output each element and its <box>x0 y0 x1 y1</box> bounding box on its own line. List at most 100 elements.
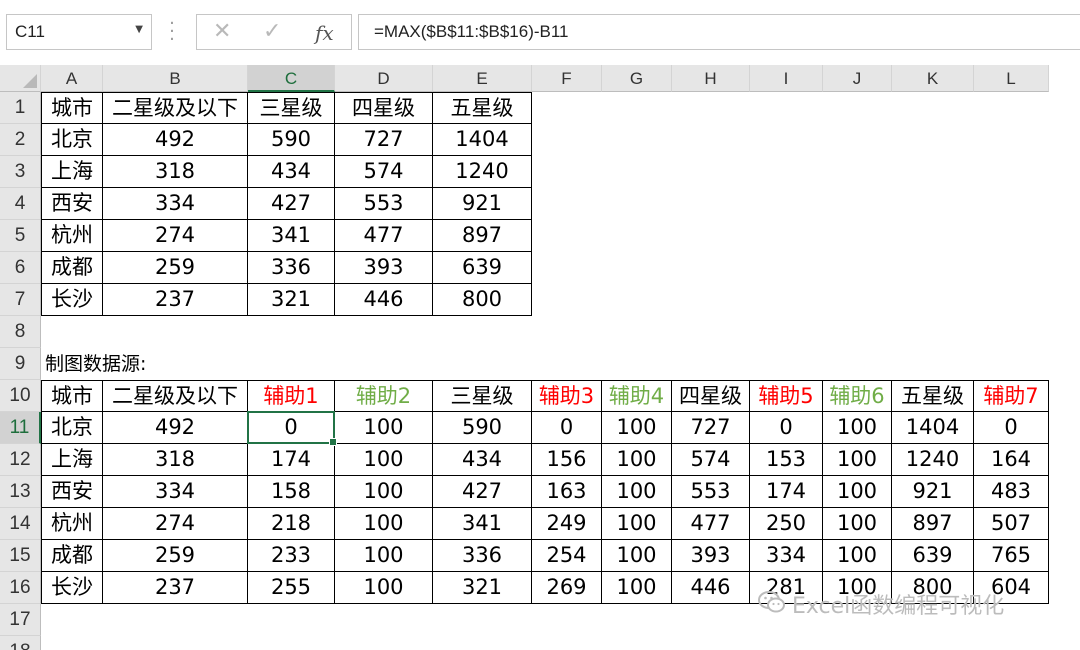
column-header-b[interactable]: B <box>103 65 248 92</box>
row-header-11[interactable]: 11 <box>0 412 41 444</box>
worksheet-grid[interactable]: ABCDEFGHIJKL 123456789101112131415161718… <box>0 65 1080 650</box>
cell-h11[interactable]: 727 <box>672 412 750 444</box>
row-header-1[interactable]: 1 <box>0 92 41 124</box>
cell-h12[interactable]: 574 <box>672 444 750 476</box>
row-header-16[interactable]: 16 <box>0 572 41 604</box>
cell-c14[interactable]: 218 <box>248 508 335 540</box>
cell-g13[interactable]: 100 <box>602 476 672 508</box>
cell-d7[interactable]: 446 <box>335 284 433 316</box>
row-header-18[interactable]: 18 <box>0 636 41 650</box>
cell-i15[interactable]: 334 <box>750 540 823 572</box>
cell-e1[interactable]: 五星级 <box>433 92 532 124</box>
row-header-17[interactable]: 17 <box>0 604 41 636</box>
column-header-e[interactable]: E <box>433 65 532 92</box>
cell-i11[interactable]: 0 <box>750 412 823 444</box>
cell-c12[interactable]: 174 <box>248 444 335 476</box>
cell-d12[interactable]: 100 <box>335 444 433 476</box>
cell-f14[interactable]: 249 <box>532 508 602 540</box>
cell-c15[interactable]: 233 <box>248 540 335 572</box>
cell-a15[interactable]: 成都 <box>41 540 103 572</box>
cell-a2[interactable]: 北京 <box>41 124 103 156</box>
cell-g15[interactable]: 100 <box>602 540 672 572</box>
cell-g12[interactable]: 100 <box>602 444 672 476</box>
cell-a7[interactable]: 长沙 <box>41 284 103 316</box>
cell-f16[interactable]: 269 <box>532 572 602 604</box>
row-header-8[interactable]: 8 <box>0 316 41 348</box>
row-header-15[interactable]: 15 <box>0 540 41 572</box>
cell-g14[interactable]: 100 <box>602 508 672 540</box>
cell-k13[interactable]: 921 <box>892 476 974 508</box>
cell-c10[interactable]: 辅助1 <box>248 380 335 412</box>
name-box[interactable]: C11 ▼ <box>6 14 152 50</box>
cell-l14[interactable]: 507 <box>974 508 1049 540</box>
cell-g10[interactable]: 辅助4 <box>602 380 672 412</box>
cell-e4[interactable]: 921 <box>433 188 532 220</box>
cell-c5[interactable]: 341 <box>248 220 335 252</box>
cell-d1[interactable]: 四星级 <box>335 92 433 124</box>
cell-h14[interactable]: 477 <box>672 508 750 540</box>
cell-e16[interactable]: 321 <box>433 572 532 604</box>
cell-h10[interactable]: 四星级 <box>672 380 750 412</box>
cell-b7[interactable]: 237 <box>103 284 248 316</box>
cell-e6[interactable]: 639 <box>433 252 532 284</box>
cell-b12[interactable]: 318 <box>103 444 248 476</box>
cell-c1[interactable]: 三星级 <box>248 92 335 124</box>
cell-d4[interactable]: 553 <box>335 188 433 220</box>
cell-b14[interactable]: 274 <box>103 508 248 540</box>
column-header-d[interactable]: D <box>335 65 433 92</box>
cell-f11[interactable]: 0 <box>532 412 602 444</box>
row-header-10[interactable]: 10 <box>0 380 41 412</box>
cell-h16[interactable]: 446 <box>672 572 750 604</box>
cell-k15[interactable]: 639 <box>892 540 974 572</box>
cell-e13[interactable]: 427 <box>433 476 532 508</box>
drag-handle-icon[interactable]: · · · <box>168 15 176 49</box>
cell-k10[interactable]: 五星级 <box>892 380 974 412</box>
cell-k11[interactable]: 1404 <box>892 412 974 444</box>
cell-g11[interactable]: 100 <box>602 412 672 444</box>
column-header-l[interactable]: L <box>974 65 1049 92</box>
row-header-9[interactable]: 9 <box>0 348 41 380</box>
row-header-7[interactable]: 7 <box>0 284 41 316</box>
cell-b6[interactable]: 259 <box>103 252 248 284</box>
cell-a3[interactable]: 上海 <box>41 156 103 188</box>
cell-c13[interactable]: 158 <box>248 476 335 508</box>
cell-d3[interactable]: 574 <box>335 156 433 188</box>
cell-h13[interactable]: 553 <box>672 476 750 508</box>
cell-a1[interactable]: 城市 <box>41 92 103 124</box>
column-header-j[interactable]: J <box>823 65 892 92</box>
cell-l10[interactable]: 辅助7 <box>974 380 1049 412</box>
cell-b2[interactable]: 492 <box>103 124 248 156</box>
cell-c11[interactable]: 0 <box>248 412 335 444</box>
cell-a4[interactable]: 西安 <box>41 188 103 220</box>
cell-a5[interactable]: 杭州 <box>41 220 103 252</box>
cell-e15[interactable]: 336 <box>433 540 532 572</box>
cell-c4[interactable]: 427 <box>248 188 335 220</box>
cell-e5[interactable]: 897 <box>433 220 532 252</box>
row-header-5[interactable]: 5 <box>0 220 41 252</box>
cell-e10[interactable]: 三星级 <box>433 380 532 412</box>
cell-e11[interactable]: 590 <box>433 412 532 444</box>
cell-l11[interactable]: 0 <box>974 412 1049 444</box>
cell-b11[interactable]: 492 <box>103 412 248 444</box>
cell-a11[interactable]: 北京 <box>41 412 103 444</box>
cell-k12[interactable]: 1240 <box>892 444 974 476</box>
cell-c16[interactable]: 255 <box>248 572 335 604</box>
cell-i10[interactable]: 辅助5 <box>750 380 823 412</box>
cell-c3[interactable]: 434 <box>248 156 335 188</box>
cell-h15[interactable]: 393 <box>672 540 750 572</box>
cell-d2[interactable]: 727 <box>335 124 433 156</box>
cell-b16[interactable]: 237 <box>103 572 248 604</box>
cell-l12[interactable]: 164 <box>974 444 1049 476</box>
cell-b15[interactable]: 259 <box>103 540 248 572</box>
cell-d5[interactable]: 477 <box>335 220 433 252</box>
cell-b10[interactable]: 二星级及以下 <box>103 380 248 412</box>
row-header-4[interactable]: 4 <box>0 188 41 220</box>
cell-i12[interactable]: 153 <box>750 444 823 476</box>
column-header-f[interactable]: F <box>532 65 602 92</box>
cell-f12[interactable]: 156 <box>532 444 602 476</box>
cell-b1[interactable]: 二星级及以下 <box>103 92 248 124</box>
column-header-a[interactable]: A <box>41 65 103 92</box>
cell-e12[interactable]: 434 <box>433 444 532 476</box>
select-all-corner[interactable] <box>0 65 41 92</box>
close-icon[interactable]: ✕ <box>213 19 231 44</box>
